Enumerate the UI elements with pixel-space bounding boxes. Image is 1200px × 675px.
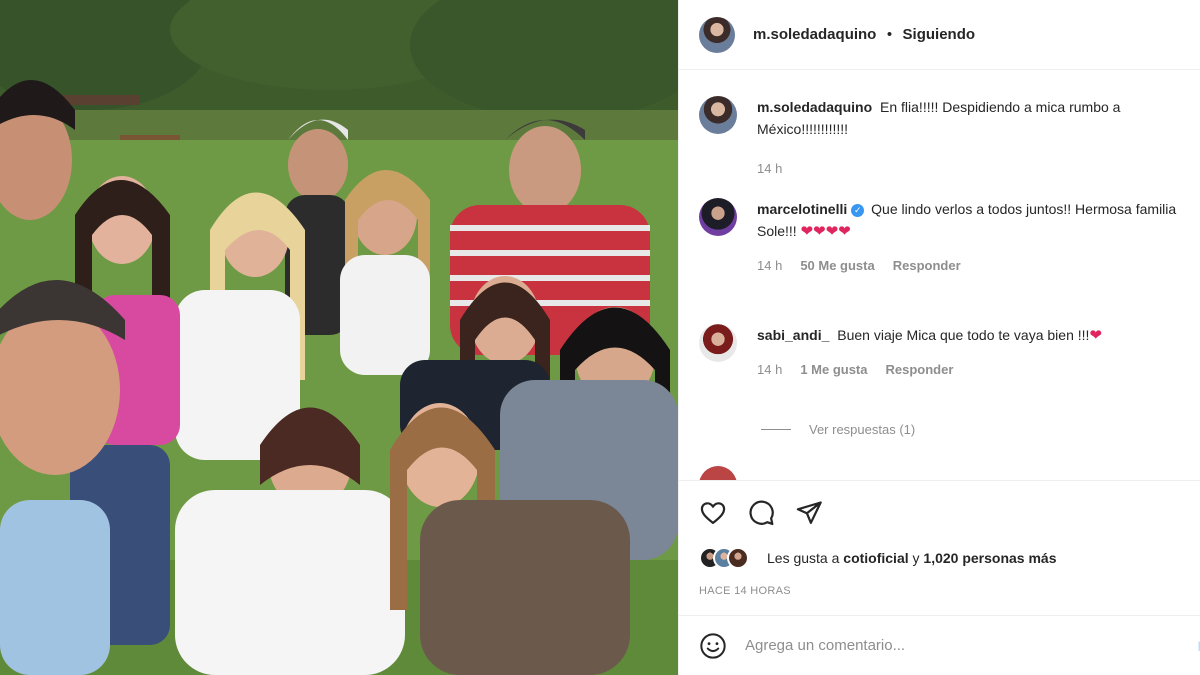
caption-comment: m.soledadaquino En flia!!!!! Despidiendo… bbox=[699, 96, 1189, 180]
group-selfie-image bbox=[0, 0, 678, 675]
commenter-avatar[interactable] bbox=[699, 466, 737, 480]
liker-username[interactable]: cotioficial bbox=[843, 550, 908, 566]
comment-username[interactable]: m.soledadaquino bbox=[757, 99, 872, 115]
likes-middle: y bbox=[908, 550, 924, 566]
author-avatar[interactable] bbox=[699, 16, 735, 53]
comment-input[interactable] bbox=[745, 637, 1175, 654]
reply-button[interactable]: Responder bbox=[893, 255, 961, 277]
paper-plane-icon[interactable] bbox=[795, 499, 823, 527]
view-replies-button[interactable]: Ver respuestas (1) bbox=[761, 422, 915, 437]
comment-likes[interactable]: 1 Me gusta bbox=[800, 359, 867, 381]
comments-list[interactable]: m.soledadaquino En flia!!!!! Despidiendo… bbox=[679, 70, 1200, 480]
comment-likes[interactable]: 50 Me gusta bbox=[800, 255, 874, 277]
likes-count[interactable]: 1,020 personas más bbox=[923, 550, 1056, 566]
replies-line bbox=[761, 429, 791, 430]
separator-dot: • bbox=[886, 25, 893, 43]
comment-time[interactable]: 14 h bbox=[757, 255, 782, 277]
add-comment-bar: P bbox=[679, 615, 1200, 675]
verified-badge-icon: ✓ bbox=[851, 204, 865, 217]
liker-avatar bbox=[727, 547, 749, 569]
heart-emoji: ❤ bbox=[1089, 327, 1103, 344]
post-timestamp[interactable]: HACE 14 HORAS bbox=[699, 585, 791, 597]
post-photo[interactable] bbox=[0, 0, 678, 675]
author-avatar[interactable] bbox=[699, 96, 737, 134]
commenter-avatar[interactable] bbox=[699, 198, 737, 236]
reply-button[interactable]: Responder bbox=[886, 359, 954, 381]
liker-avatars bbox=[699, 547, 749, 569]
author-username[interactable]: m.soledadaquino bbox=[753, 26, 876, 43]
post-header: m.soledadaquino • Siguiendo bbox=[679, 0, 1200, 70]
post-actions: Les gusta a cotioficial y 1,020 personas… bbox=[679, 480, 1200, 615]
comment-username[interactable]: sabi_andi_ bbox=[757, 327, 829, 343]
heart-outline-icon[interactable] bbox=[699, 499, 727, 527]
likes-summary[interactable]: Les gusta a cotioficial y 1,020 personas… bbox=[699, 547, 1057, 569]
comment-username[interactable]: marcelotinelli bbox=[757, 201, 847, 217]
likes-prefix: Les gusta a bbox=[767, 550, 844, 566]
partial-comment-item bbox=[699, 466, 1189, 480]
post-side-panel: m.soledadaquino • Siguiendo m.soledadaqu… bbox=[678, 0, 1200, 675]
comment-bubble-icon[interactable] bbox=[747, 499, 775, 527]
view-replies-label: Ver respuestas (1) bbox=[809, 422, 916, 437]
following-button[interactable]: Siguiendo bbox=[903, 26, 976, 43]
comment-item: sabi_andi_ Buen viaje Mica que todo te v… bbox=[699, 324, 1189, 381]
comment-item: marcelotinelli ✓ Que lindo verlos a todos… bbox=[699, 198, 1189, 277]
comment-time[interactable]: 14 h bbox=[757, 158, 782, 180]
emoji-smiley-icon[interactable] bbox=[699, 632, 727, 660]
comment-time[interactable]: 14 h bbox=[757, 359, 782, 381]
heart-emojis: ❤❤❤❤ bbox=[800, 223, 851, 240]
comment-text: Buen viaje Mica que todo te vaya bien !!… bbox=[837, 327, 1090, 343]
commenter-avatar[interactable] bbox=[699, 324, 737, 362]
